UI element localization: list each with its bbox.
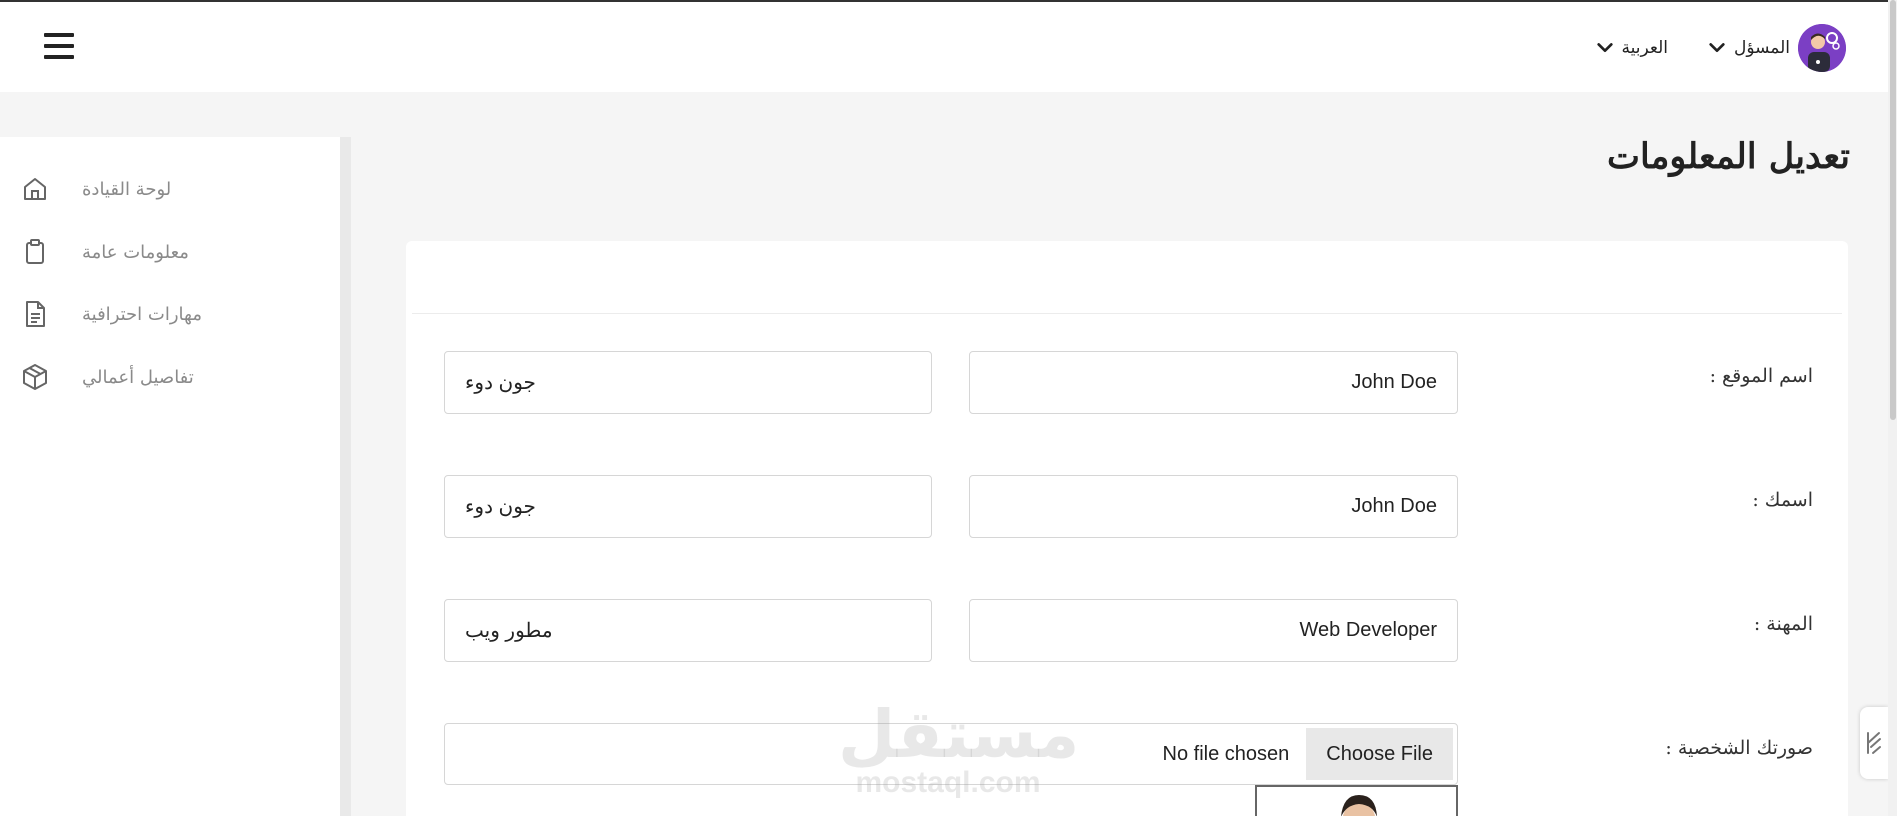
sidebar-item-label: تفاصيل أعمالي: [82, 366, 194, 388]
profile-photo-label: صورتك الشخصية :: [1665, 737, 1813, 759]
clipboard-icon: [26, 239, 44, 264]
chevron-down-icon: [1596, 43, 1613, 53]
language-label: العربية: [1621, 38, 1668, 58]
site-name-en-input[interactable]: John Doe: [969, 351, 1458, 414]
profession-ar-input[interactable]: مطور ويب: [444, 599, 932, 662]
your-name-ar-input[interactable]: جون دوء: [444, 475, 932, 538]
sidebar-item-label: مهارات احترافية: [82, 303, 202, 325]
home-icon: [24, 178, 46, 200]
document-icon: [26, 301, 45, 327]
top-header: العربية المسؤل: [0, 2, 1897, 92]
profession-en-input[interactable]: Web Developer: [969, 599, 1458, 662]
your-name-en-input[interactable]: John Doe: [969, 475, 1458, 538]
user-name-label: المسؤل: [1733, 38, 1790, 58]
profession-label: المهنة :: [1753, 613, 1813, 635]
side-tab-icon: [1867, 732, 1881, 754]
floating-side-tab[interactable]: [1860, 707, 1888, 779]
sidebar: لوحة القيادة معلومات عامة مهارات احترافي…: [0, 137, 351, 816]
page-title: تعديل المعلومات: [1607, 136, 1850, 177]
site-name-ar-input[interactable]: جون دوء: [444, 351, 932, 414]
chevron-down-icon: [1709, 43, 1725, 53]
file-status-text: No file chosen: [1162, 742, 1290, 765]
your-name-label: اسمك :: [1752, 489, 1813, 511]
hamburger-menu-icon[interactable]: [44, 33, 74, 59]
sidebar-item-dashboard[interactable]: لوحة القيادة: [20, 169, 320, 209]
profile-photo-preview: [1255, 785, 1458, 816]
sidebar-item-general-info[interactable]: معلومات عامة: [20, 232, 320, 272]
card-header-divider: [412, 313, 1842, 314]
edit-form-card: اسم الموقع : John Doe جون دوء اسمك : Joh…: [406, 241, 1848, 816]
sidebar-item-label: معلومات عامة: [82, 241, 189, 263]
scrollbar-thumb[interactable]: [1890, 0, 1896, 420]
box-icon: [23, 364, 47, 390]
user-avatar: [1798, 24, 1846, 72]
sidebar-item-portfolio[interactable]: تفاصيل أعمالي: [20, 357, 320, 397]
profile-photo-file-input[interactable]: Choose File No file chosen: [444, 723, 1458, 785]
user-dropdown[interactable]: المسؤل: [1706, 24, 1846, 72]
sidebar-item-skills[interactable]: مهارات احترافية: [20, 294, 320, 334]
language-dropdown[interactable]: العربية: [1588, 26, 1668, 70]
site-name-label: اسم الموقع :: [1709, 365, 1813, 387]
choose-file-button[interactable]: Choose File: [1306, 728, 1453, 780]
sidebar-item-label: لوحة القيادة: [82, 178, 172, 200]
